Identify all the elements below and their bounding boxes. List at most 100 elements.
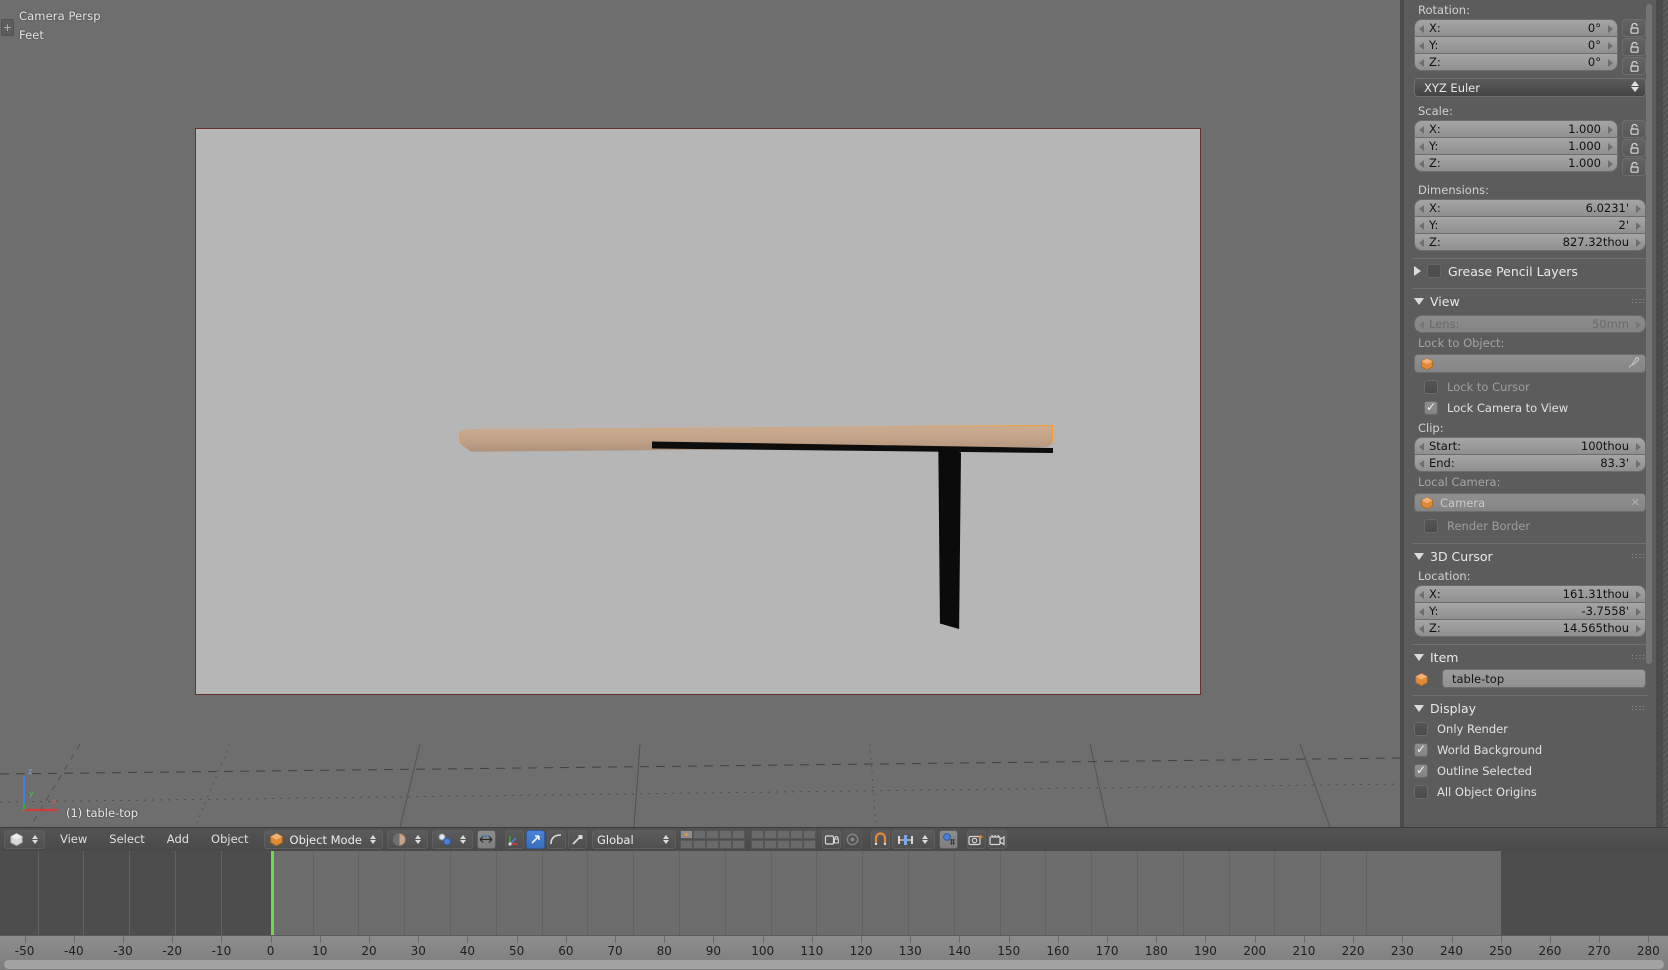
only-render-row[interactable]: Only Render xyxy=(1404,718,1656,739)
decrement-arrow-icon[interactable] xyxy=(1419,608,1424,616)
increment-arrow-icon[interactable] xyxy=(1636,205,1641,213)
rotation-lock-group[interactable] xyxy=(1622,19,1646,75)
timeline-ruler[interactable]: -50 -40 -30 -20 -10 0 10 20 30 40 50 60 70 80 90 100 110… xyxy=(0,935,1668,970)
scale-y-field[interactable]: Y: 1.000 xyxy=(1414,137,1618,155)
decrement-arrow-icon[interactable] xyxy=(1419,160,1424,168)
layer-cell[interactable] xyxy=(776,830,790,839)
dimension-y-field[interactable]: Y: 2' xyxy=(1414,216,1646,234)
decrement-arrow-icon[interactable] xyxy=(1419,460,1424,468)
increment-arrow-icon[interactable] xyxy=(1608,25,1613,33)
item-name-row[interactable]: table-top xyxy=(1404,667,1656,688)
snap-toggle[interactable] xyxy=(870,830,890,849)
layer-cell[interactable] xyxy=(731,840,745,849)
timeline-playhead[interactable] xyxy=(270,851,274,935)
only-render-checkbox[interactable] xyxy=(1414,721,1428,736)
lock-camera-to-view-row[interactable]: Lock Camera to View xyxy=(1414,397,1646,418)
pivot-point-selector[interactable] xyxy=(431,830,473,849)
cursor3d-panel-header[interactable]: 3D Cursor :::: xyxy=(1404,546,1656,566)
decrement-arrow-icon[interactable] xyxy=(1419,59,1424,67)
cursor-z-field[interactable]: Z: 14.565thou xyxy=(1414,619,1646,637)
world-background-checkbox[interactable] xyxy=(1414,742,1428,757)
drag-dots-icon[interactable]: :::: xyxy=(1631,297,1646,305)
increment-arrow-icon[interactable] xyxy=(1636,222,1641,230)
menu-select[interactable]: Select xyxy=(98,830,155,849)
clear-local-camera-icon[interactable]: ✕ xyxy=(1631,496,1640,509)
decrement-arrow-icon[interactable] xyxy=(1419,126,1424,134)
menu-add[interactable]: Add xyxy=(156,830,200,849)
render-animation-button[interactable] xyxy=(987,830,1007,849)
rotation-y-field[interactable]: Y: 0° xyxy=(1414,36,1618,54)
eyedropper-icon[interactable] xyxy=(1627,356,1640,372)
layer-cell[interactable] xyxy=(705,840,719,849)
cursor-y-field[interactable]: Y: -3.7558' xyxy=(1414,602,1646,620)
clip-end-field[interactable]: End: 83.3' xyxy=(1414,454,1646,472)
layer-cell[interactable] xyxy=(789,840,803,849)
rotate-manipulator-toggle[interactable] xyxy=(525,830,545,849)
increment-arrow-icon[interactable] xyxy=(1608,143,1613,151)
layer-cell[interactable] xyxy=(692,840,706,849)
drag-dots-icon[interactable]: :::: xyxy=(1631,704,1646,712)
increment-arrow-icon[interactable] xyxy=(1636,625,1641,633)
outline-selected-row[interactable]: Outline Selected xyxy=(1404,760,1656,781)
lock-scale-x-icon[interactable] xyxy=(1622,120,1646,138)
snap-target-toggle[interactable] xyxy=(938,830,958,849)
layer-cell[interactable] xyxy=(718,830,732,839)
layer-cell[interactable] xyxy=(750,830,764,839)
layer-cell[interactable] xyxy=(802,840,816,849)
increment-arrow-icon[interactable] xyxy=(1636,443,1641,451)
decrement-arrow-icon[interactable] xyxy=(1419,321,1424,329)
lock-rotation-z-icon[interactable] xyxy=(1622,57,1646,75)
layer-cell[interactable] xyxy=(763,830,777,839)
layer-selector-group-1[interactable] xyxy=(679,830,745,849)
lock-to-object-field[interactable] xyxy=(1414,354,1646,373)
decrement-arrow-icon[interactable] xyxy=(1419,42,1424,50)
render-border-checkbox[interactable] xyxy=(1424,518,1438,533)
interaction-mode-selector[interactable]: Object Mode xyxy=(263,830,383,849)
drag-dots-icon[interactable]: :::: xyxy=(1631,552,1646,560)
transform-orientation-selector[interactable]: Global xyxy=(591,830,676,849)
item-panel-header[interactable]: Item :::: xyxy=(1404,647,1656,667)
timeline-editor[interactable]: -50 -40 -30 -20 -10 0 10 20 30 40 50 60 70 80 90 100 110… xyxy=(0,851,1668,970)
panel-resize-grip[interactable] xyxy=(1663,0,1668,827)
menu-view[interactable]: View xyxy=(49,830,98,849)
drag-dots-icon[interactable]: :::: xyxy=(1631,653,1646,661)
scale-x-field[interactable]: X: 1.000 xyxy=(1414,120,1618,138)
decrement-arrow-icon[interactable] xyxy=(1419,625,1424,633)
rotation-mode-dropdown[interactable]: XYZ Euler xyxy=(1414,78,1646,97)
viewport-shading-selector[interactable] xyxy=(386,830,428,849)
increment-arrow-icon[interactable] xyxy=(1608,126,1613,134)
decrement-arrow-icon[interactable] xyxy=(1419,239,1424,247)
layer-cell[interactable] xyxy=(731,830,745,839)
rotation-z-field[interactable]: Z: 0° xyxy=(1414,53,1618,71)
properties-side-panel[interactable]: Rotation: X: 0° Y: 0° Z: 0° XYZ Euler Sc… xyxy=(1400,0,1668,827)
increment-arrow-icon[interactable] xyxy=(1608,42,1613,50)
lock-rotation-x-icon[interactable] xyxy=(1622,19,1646,37)
display-panel-header[interactable]: Display :::: xyxy=(1404,698,1656,718)
scale-manipulator-toggle[interactable] xyxy=(546,830,566,849)
layer-cell[interactable] xyxy=(679,830,693,839)
layer-cell[interactable] xyxy=(750,840,764,849)
increment-arrow-icon[interactable] xyxy=(1636,460,1641,468)
decrement-arrow-icon[interactable] xyxy=(1419,443,1424,451)
object-name-input[interactable]: table-top xyxy=(1442,669,1646,688)
lock-to-cursor-row[interactable]: Lock to Cursor xyxy=(1414,376,1646,397)
editor-type-selector[interactable] xyxy=(4,830,45,849)
all-object-origins-checkbox[interactable] xyxy=(1414,784,1428,799)
proportional-editing-selector[interactable] xyxy=(891,830,935,849)
grease-pencil-layers-header[interactable]: Grease Pencil Layers xyxy=(1404,261,1656,281)
layer-cell[interactable] xyxy=(692,830,706,839)
menu-object[interactable]: Object xyxy=(200,830,259,849)
decrement-arrow-icon[interactable] xyxy=(1419,222,1424,230)
layer-cell[interactable] xyxy=(679,840,693,849)
viewport-header-toolbar[interactable]: View Select Add Object Object Mode Globa… xyxy=(0,827,1668,851)
lock-rotation-y-icon[interactable] xyxy=(1622,38,1646,56)
increment-arrow-icon[interactable] xyxy=(1636,608,1641,616)
layer-cell[interactable] xyxy=(705,830,719,839)
cursor-x-field[interactable]: X: 161.31thou xyxy=(1414,585,1646,603)
layer-selector-group-2[interactable] xyxy=(750,830,816,849)
rotation-x-field[interactable]: X: 0° xyxy=(1414,19,1618,37)
lock-to-cursor-checkbox[interactable] xyxy=(1424,379,1438,394)
manipulate-center-points-toggle[interactable] xyxy=(476,830,496,849)
all-object-origins-row[interactable]: All Object Origins xyxy=(1404,781,1656,802)
decrement-arrow-icon[interactable] xyxy=(1419,25,1424,33)
